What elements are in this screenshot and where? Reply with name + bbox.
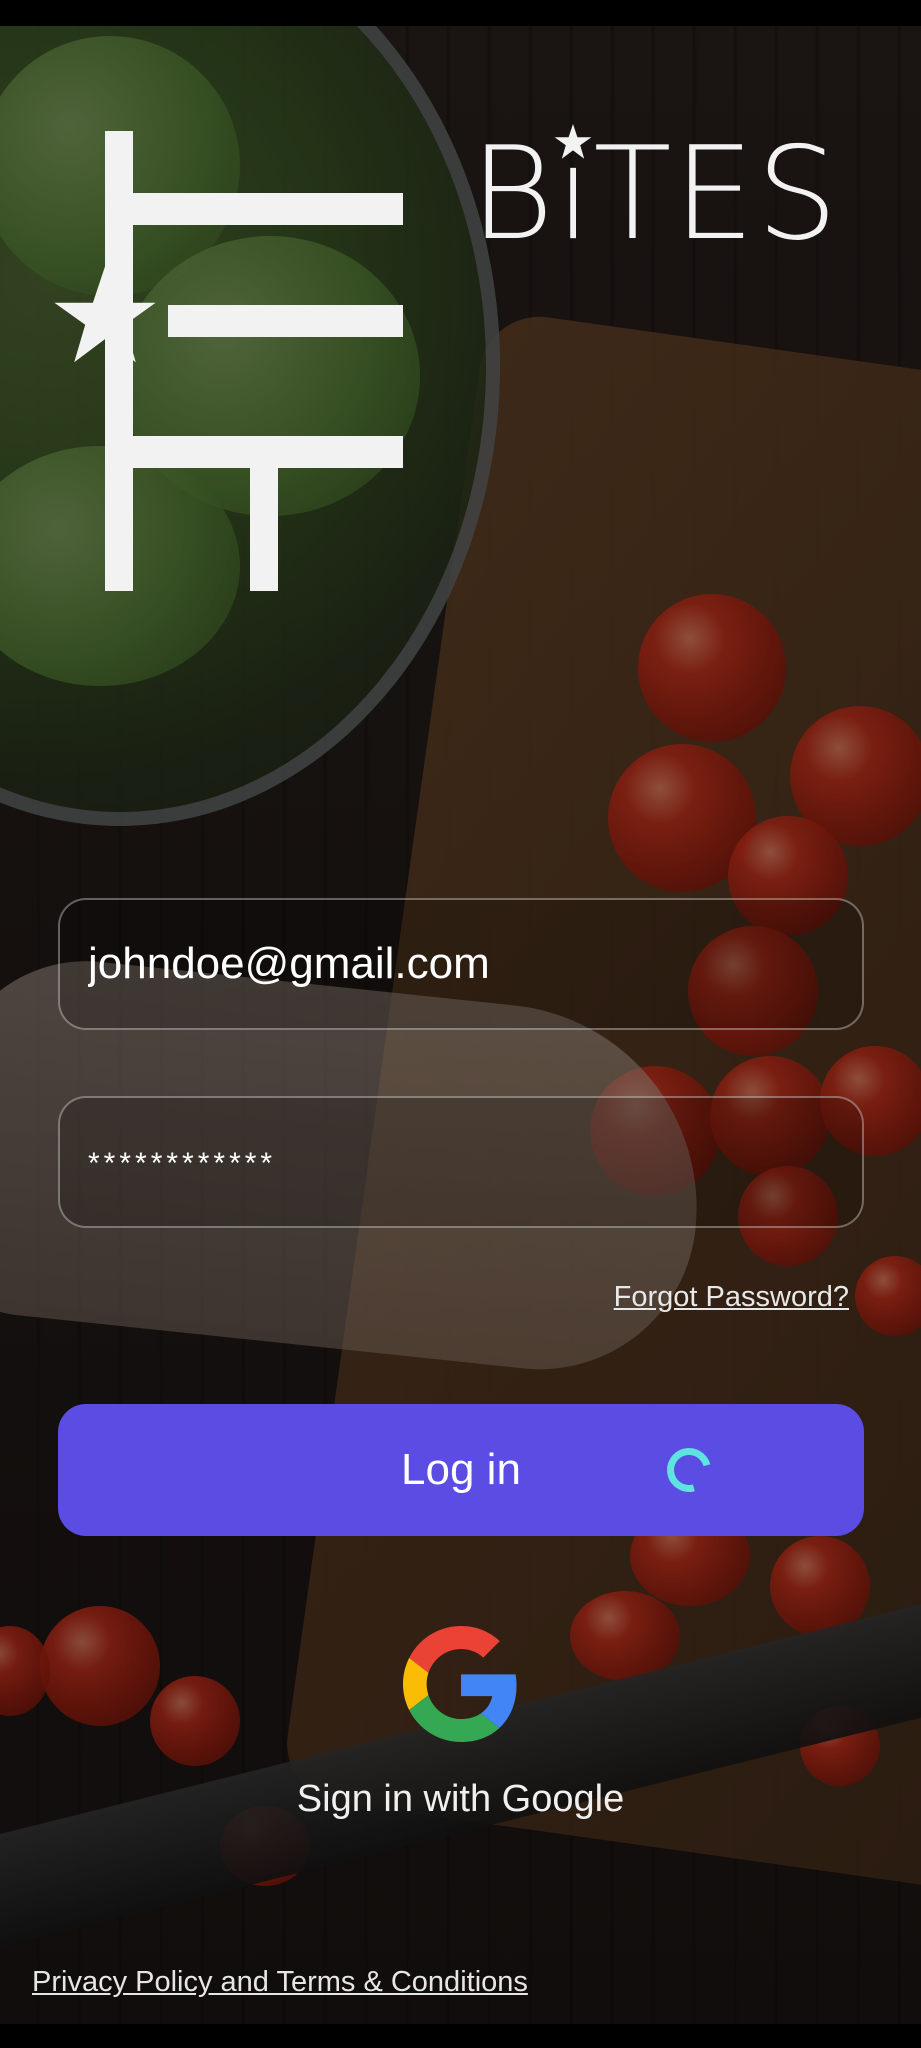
- app-logo-text: BiTES: [470, 120, 840, 269]
- star-icon: [54, 266, 156, 363]
- email-input[interactable]: [60, 900, 862, 1028]
- login-screen: BiTES Forgot Password? Log in Sign in wi…: [0, 26, 921, 2024]
- email-field[interactable]: [58, 898, 864, 1030]
- status-bar: [0, 0, 921, 26]
- login-button-label: Log in: [401, 1445, 521, 1494]
- google-signin-label[interactable]: Sign in with Google: [0, 1778, 921, 1821]
- app-logo: [50, 131, 430, 631]
- google-icon[interactable]: [403, 1626, 519, 1742]
- password-field[interactable]: [58, 1096, 864, 1228]
- loading-spinner-icon: [658, 1439, 720, 1501]
- star-icon: [554, 124, 592, 159]
- login-button[interactable]: Log in: [58, 1404, 864, 1536]
- forgot-password-link[interactable]: Forgot Password?: [614, 1281, 849, 1314]
- password-input[interactable]: [60, 1098, 862, 1226]
- privacy-link[interactable]: Privacy Policy and Terms & Conditions: [32, 1966, 528, 1999]
- navigation-bar: [0, 2024, 921, 2048]
